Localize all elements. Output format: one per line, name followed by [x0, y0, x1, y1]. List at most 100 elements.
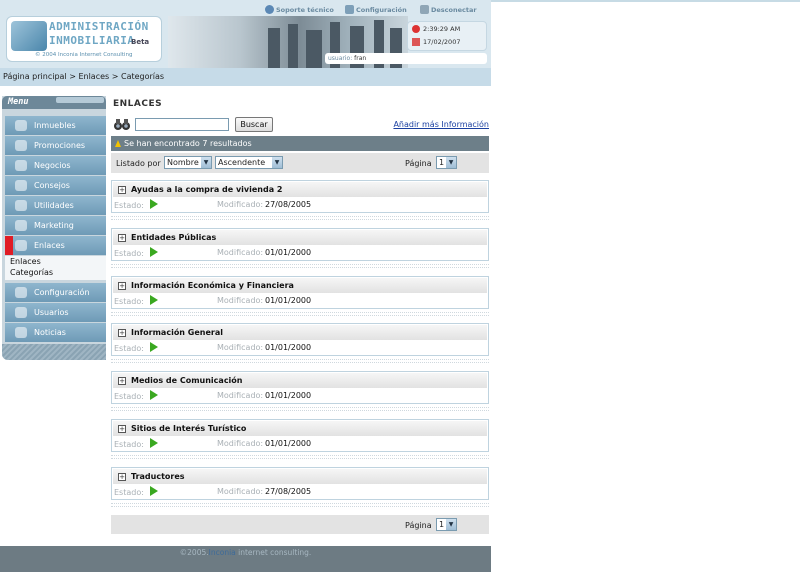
- page: ADMINISTRACIÓN INMOBILIARIA Beta © 2004 …: [0, 0, 491, 572]
- separator: [111, 312, 489, 316]
- modified-date: 01/01/2000: [265, 439, 312, 448]
- list-item: + Información Económica y Financiera Esta…: [111, 276, 489, 309]
- footer-prefix: ©2005.: [179, 548, 209, 557]
- page-label: Página: [405, 521, 432, 530]
- modified-label: Modificado:: [217, 391, 264, 400]
- menu-title: Menu: [8, 97, 29, 107]
- sort-order-select[interactable]: Ascendente ▼: [215, 156, 283, 169]
- logout-link[interactable]: Desconectar: [420, 5, 477, 14]
- sidebar-item-usuarios[interactable]: Usuarios: [5, 303, 106, 322]
- item-header[interactable]: + Traductores: [113, 469, 487, 484]
- expand-icon[interactable]: +: [118, 234, 126, 242]
- expand-icon[interactable]: +: [118, 425, 126, 433]
- sidebar-item-consejos[interactable]: Consejos: [5, 176, 106, 195]
- play-icon[interactable]: [150, 295, 158, 305]
- sidebar-item-marketing[interactable]: Marketing: [5, 216, 106, 235]
- page-select-bottom[interactable]: 1 ▼: [436, 518, 457, 531]
- item-header[interactable]: + Sitios de Interés Turístico: [113, 421, 487, 436]
- expand-icon[interactable]: +: [118, 282, 126, 290]
- modified-date: 01/01/2000: [265, 391, 312, 400]
- item-header[interactable]: + Información General: [113, 325, 487, 340]
- logo-keys-icon: [11, 21, 47, 51]
- expand-icon[interactable]: +: [118, 186, 126, 194]
- play-icon[interactable]: [150, 342, 158, 352]
- sidebar-item-noticias[interactable]: Noticias: [5, 323, 106, 342]
- list-item: + Ayudas a la compra de vivienda 2 Estado…: [111, 180, 489, 213]
- users-icon: [15, 307, 27, 318]
- marketing-icon: [15, 220, 27, 231]
- chevron-down-icon: ▼: [201, 157, 211, 168]
- item-header[interactable]: + Ayudas a la compra de vivienda 2: [113, 182, 487, 197]
- warning-icon: [115, 140, 121, 147]
- item-header[interactable]: + Información Económica y Financiera: [113, 278, 487, 293]
- sidebar-item-enlaces[interactable]: Enlaces: [5, 236, 106, 255]
- play-icon[interactable]: [150, 486, 158, 496]
- sidebar-item-utilidades[interactable]: Utilidades: [5, 196, 106, 215]
- item-body: Estado: Modificado: 01/01/2000: [113, 389, 487, 402]
- list-item: + Entidades Públicas Estado: Modificado: 01…: [111, 228, 489, 261]
- results-text: Se han encontrado 7 resultados: [124, 139, 252, 148]
- footer-suffix: internet consulting.: [235, 548, 312, 557]
- play-icon[interactable]: [150, 390, 158, 400]
- house-icon: [15, 120, 27, 131]
- status-label: Estado:: [114, 392, 144, 401]
- page-select[interactable]: 1 ▼: [436, 156, 457, 169]
- item-title: Información Económica y Financiera: [131, 281, 294, 290]
- support-link[interactable]: Soporte técnico: [265, 5, 334, 14]
- gears-icon: [15, 287, 27, 298]
- datetime-box: 2:39:29 AM 17/02/2007: [407, 21, 487, 51]
- modified-label: Modificado:: [217, 296, 264, 305]
- modified-date: 01/01/2000: [265, 296, 312, 305]
- expand-icon[interactable]: +: [118, 473, 126, 481]
- submenu-item-enlaces[interactable]: Enlaces: [10, 257, 41, 266]
- user-name: fran: [354, 55, 367, 62]
- add-more-info-link[interactable]: Añadir más Información: [393, 120, 489, 129]
- user-label: usuario:: [328, 55, 353, 62]
- play-icon[interactable]: [150, 199, 158, 209]
- chevron-down-icon: ▼: [272, 157, 282, 168]
- item-header[interactable]: + Medios de Comunicación: [113, 373, 487, 388]
- sort-field-select[interactable]: Nombre ▼: [164, 156, 212, 169]
- sidebar-item-negocios[interactable]: Negocios: [5, 156, 106, 175]
- separator: [111, 216, 489, 220]
- logo[interactable]: ADMINISTRACIÓN INMOBILIARIA Beta © 2004 …: [6, 16, 162, 62]
- list-item: + Medios de Comunicación Estado: Modificad…: [111, 371, 489, 404]
- sidebar-item-promociones[interactable]: Promociones: [5, 136, 106, 155]
- current-time: 2:39:29 AM: [423, 25, 461, 33]
- page-label: Página: [405, 159, 432, 168]
- sort-bar: Listado por Nombre ▼ Ascendente ▼ Página 1…: [111, 153, 489, 173]
- menu-tab[interactable]: [56, 97, 104, 103]
- search-row: Buscar Añadir más Información: [113, 117, 489, 133]
- clock-icon: [412, 25, 420, 33]
- separator: [111, 503, 489, 507]
- search-button[interactable]: Buscar: [235, 117, 273, 132]
- status-label: Estado:: [114, 488, 144, 497]
- submenu-item-categorias[interactable]: Categorías: [10, 268, 53, 277]
- item-header[interactable]: + Entidades Públicas: [113, 230, 487, 245]
- separator: [111, 455, 489, 459]
- links-icon: [15, 240, 27, 251]
- play-icon[interactable]: [150, 438, 158, 448]
- breadcrumb[interactable]: Página principal > Enlaces > Categorías: [0, 68, 491, 86]
- expand-icon[interactable]: +: [118, 377, 126, 385]
- sidebar-item-configuracion[interactable]: Configuración: [5, 283, 106, 302]
- header: ADMINISTRACIÓN INMOBILIARIA Beta © 2004 …: [0, 0, 491, 68]
- modified-date: 01/01/2000: [265, 343, 312, 352]
- item-body: Estado: Modificado: 01/01/2000: [113, 341, 487, 354]
- news-icon: [15, 327, 27, 338]
- item-body: Estado: Modificado: 01/01/2000: [113, 294, 487, 307]
- configuration-link[interactable]: Configuración: [345, 5, 407, 14]
- sidebar-item-inmuebles[interactable]: Inmuebles: [5, 116, 106, 135]
- status-label: Estado:: [114, 344, 144, 353]
- calendar-icon: [412, 38, 420, 46]
- play-icon[interactable]: [150, 247, 158, 257]
- chevron-down-icon: ▼: [446, 519, 456, 530]
- user-box: usuario: fran: [325, 53, 487, 64]
- item-body: Estado: Modificado: 27/08/2005: [113, 198, 487, 211]
- logo-copyright: © 2004 Inconia Internet Consulting: [35, 52, 133, 58]
- footer-brand-link[interactable]: Inconia: [209, 548, 236, 557]
- sort-label: Listado por: [116, 159, 161, 168]
- expand-icon[interactable]: +: [118, 329, 126, 337]
- modified-label: Modificado:: [217, 487, 264, 496]
- search-input[interactable]: [135, 118, 229, 131]
